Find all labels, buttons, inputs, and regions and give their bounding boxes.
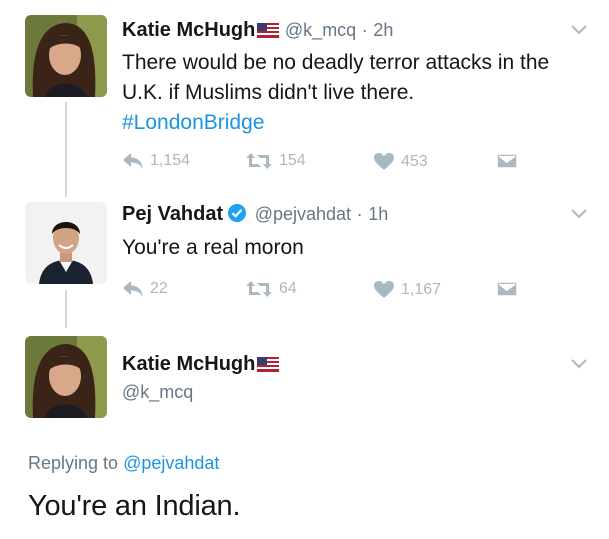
tweet-header: Pej Vahdat @pejvahdat · 1h <box>122 202 589 229</box>
hashtag-link[interactable]: #LondonBridge <box>122 111 264 134</box>
avatar[interactable] <box>25 336 107 418</box>
chevron-down-icon[interactable] <box>569 206 589 220</box>
author-handle[interactable]: @k_mcq <box>122 382 589 403</box>
separator-dot: · <box>361 20 368 40</box>
retweet-button[interactable]: 64 <box>245 280 297 298</box>
mention-link[interactable]: @pejvahdat <box>123 453 219 473</box>
tweet: Katie McHugh @k_mcq <box>122 352 589 403</box>
retweet-button[interactable]: 154 <box>245 152 306 170</box>
us-flag-icon <box>257 20 280 44</box>
chevron-down-icon[interactable] <box>569 22 589 36</box>
retweet-count: 64 <box>279 280 297 297</box>
message-icon <box>496 153 518 169</box>
like-count: 453 <box>401 152 428 170</box>
reply-button[interactable]: 1,154 <box>122 152 190 170</box>
avatar[interactable] <box>25 15 107 97</box>
reply-icon <box>123 153 143 169</box>
tweet: Katie McHugh @k_mcq · 2h There would be … <box>122 18 589 138</box>
verified-badge-icon <box>227 203 247 229</box>
like-count: 1,167 <box>401 280 442 298</box>
author-handle[interactable]: @k_mcq <box>285 20 356 40</box>
author-name[interactable]: Pej Vahdat <box>122 203 223 225</box>
reply-icon <box>123 281 143 297</box>
retweet-count: 154 <box>279 152 306 169</box>
thread-line <box>65 290 67 328</box>
timestamp[interactable]: 2h <box>373 20 393 40</box>
like-icon <box>374 153 394 170</box>
tweet-header: Katie McHugh @k_mcq · 2h <box>122 18 589 44</box>
like-icon <box>374 281 394 298</box>
tweet-text-content: You're a real moron <box>122 236 304 259</box>
replying-to-label: Replying to <box>28 453 119 473</box>
separator-dot: · <box>356 204 363 224</box>
tweet: Pej Vahdat @pejvahdat · 1h You're a real… <box>122 202 589 263</box>
like-button[interactable]: 453 <box>373 152 428 171</box>
reply-button[interactable]: 22 <box>122 280 168 298</box>
timestamp[interactable]: 1h <box>368 204 388 224</box>
chevron-down-icon[interactable] <box>569 356 589 370</box>
tweet-text-content: There would be no deadly terror attacks … <box>122 51 550 104</box>
retweet-icon <box>246 281 272 297</box>
reply-count: 22 <box>150 280 168 297</box>
us-flag-icon <box>257 354 280 378</box>
author-name[interactable]: Katie McHugh <box>122 19 255 41</box>
tweet-text: There would be no deadly terror attacks … <box>122 48 589 138</box>
retweet-icon <box>246 153 272 169</box>
reply-text: You're an Indian. <box>28 490 241 522</box>
author-name[interactable]: Katie McHugh <box>122 353 255 375</box>
thread-line <box>65 102 67 197</box>
tweet-header: Katie McHugh <box>122 352 589 378</box>
tweet-text: You're a real moron <box>122 233 589 263</box>
like-button[interactable]: 1,167 <box>373 280 441 299</box>
author-handle[interactable]: @pejvahdat <box>255 204 351 224</box>
avatar[interactable] <box>25 202 107 284</box>
message-icon <box>496 281 518 297</box>
reply-count: 1,154 <box>150 152 191 169</box>
message-button[interactable] <box>496 280 518 298</box>
replying-to: Replying to @pejvahdat <box>28 453 219 474</box>
message-button[interactable] <box>496 152 518 170</box>
